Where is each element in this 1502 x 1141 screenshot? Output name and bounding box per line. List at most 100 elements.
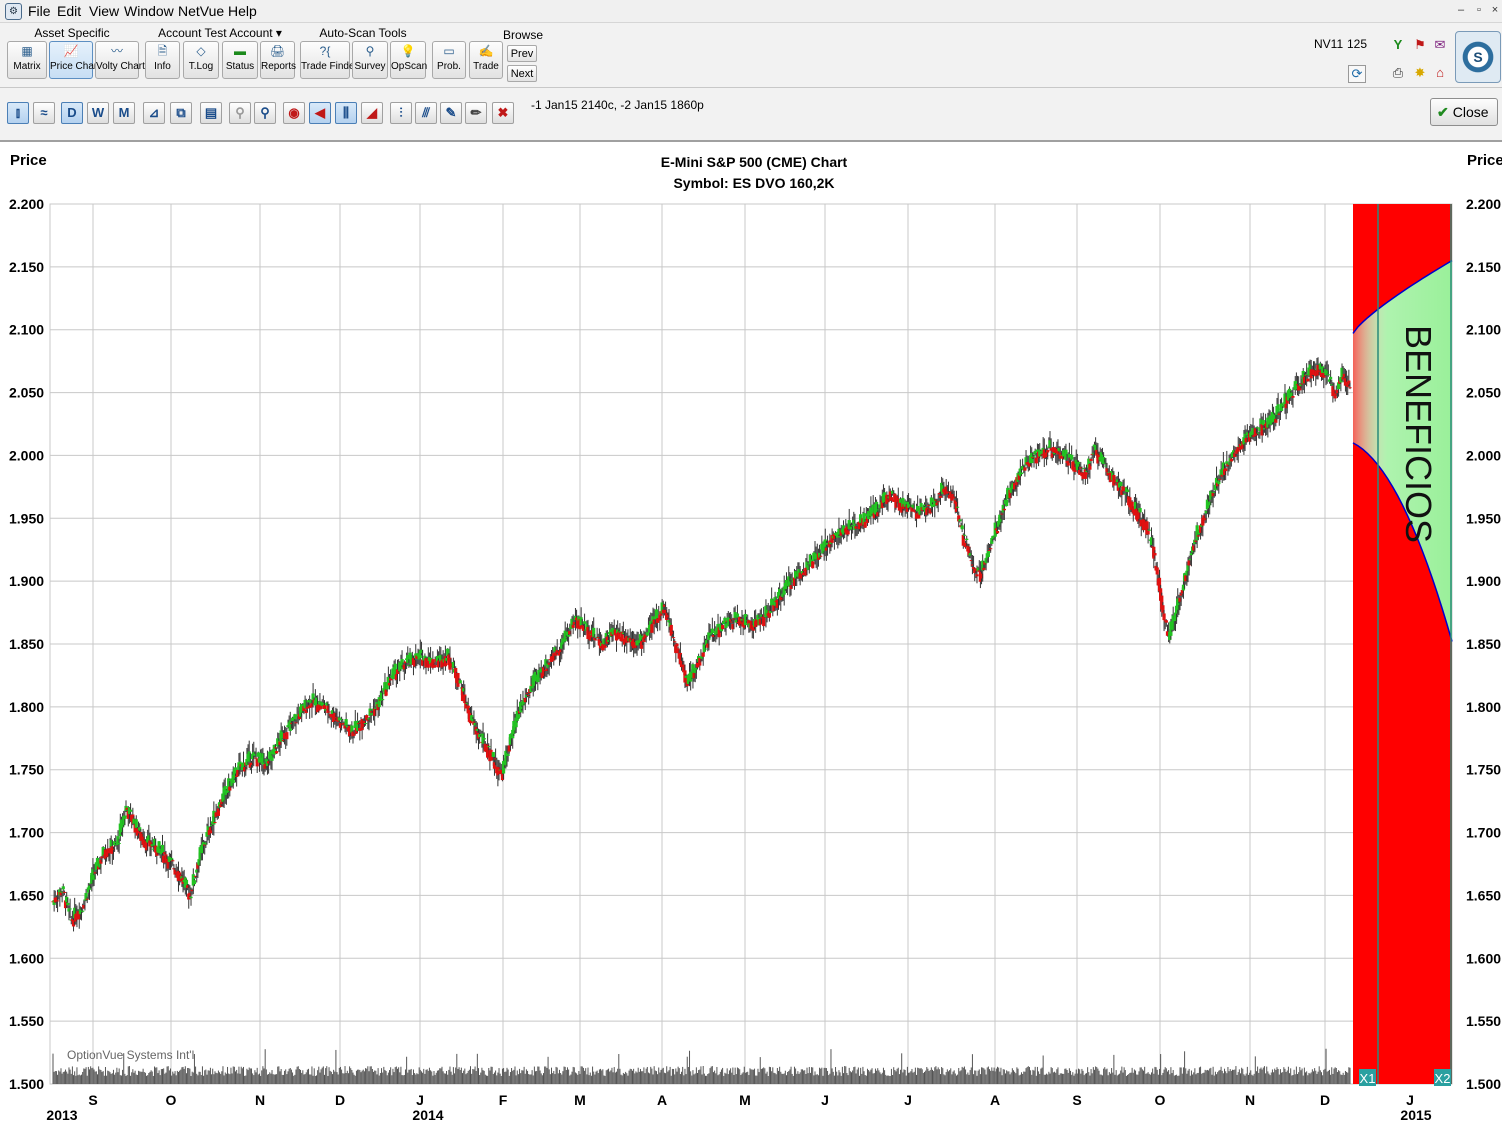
target-button[interactable]: ◉ — [283, 102, 305, 124]
candle-body — [134, 819, 138, 828]
calculator-button[interactable]: ▤ — [200, 102, 222, 124]
period-daily-button[interactable]: D — [61, 102, 83, 124]
candlestick-view-button[interactable]: ⫾ — [7, 102, 29, 124]
flag-icon[interactable]: ⚑ — [1412, 37, 1428, 53]
menu-window[interactable]: Window — [124, 3, 174, 19]
main-toolbar: Asset Specific ▦ Matrix 📈 Price Chart 〰 Vol… — [0, 23, 1502, 88]
volty-chart-button[interactable]: 〰 Volty Chart — [95, 41, 145, 79]
print-icon[interactable]: ⎙ — [1390, 65, 1406, 81]
trade-finder-label: Trade Finder — [301, 61, 358, 72]
y-tick-label: 2.000 — [9, 447, 44, 463]
volume-button[interactable]: ⫶ — [390, 102, 412, 124]
expiration-marker-label: X1 — [1360, 1071, 1376, 1086]
x-tick-label: J — [416, 1092, 424, 1108]
menu-edit[interactable]: Edit — [57, 3, 81, 19]
forecast-zone: X1 X2 BENEFICIOS — [1352, 204, 1453, 1086]
chart-settings-icon: ⊿ — [148, 105, 160, 120]
alert-icon[interactable]: ✸ — [1412, 65, 1428, 81]
reports-button[interactable]: 🖨 Reports — [260, 41, 297, 79]
year-label: 2015 — [1400, 1107, 1431, 1123]
candle-body — [1002, 508, 1006, 511]
chart-settings-button[interactable]: ⊿ — [143, 102, 165, 124]
arrow-left-button[interactable]: ◀ — [309, 102, 331, 124]
candle-body — [721, 625, 725, 630]
study-icon: ⫻ — [422, 105, 430, 120]
minimize-button[interactable]: – — [1452, 3, 1470, 18]
notes-icon[interactable]: ✉ — [1432, 37, 1448, 53]
close-button[interactable]: ✔ Close — [1430, 98, 1498, 126]
trade-finder-button[interactable]: ?{ Trade Finder — [300, 41, 358, 79]
browse-next-button[interactable]: Next — [507, 65, 537, 82]
y-axis-label-left: Price — [10, 152, 47, 169]
candle-body — [594, 639, 598, 641]
zoom-in-icon: ⚲ — [235, 105, 245, 120]
group-title-account[interactable]: Account Test Account ▾ — [145, 26, 295, 40]
y-tick-label: 2.150 — [1466, 259, 1501, 275]
matrix-button[interactable]: ▦ Matrix — [7, 41, 47, 79]
line-view-button[interactable]: ≈ — [33, 102, 55, 124]
chart-subtitle: Symbol: ES DVO 160,2K — [673, 175, 834, 191]
price-chart-button[interactable]: 📈 Price Chart — [49, 41, 100, 79]
candle-body — [958, 519, 962, 522]
y-tick-label: 1.750 — [9, 762, 44, 778]
refresh-icon[interactable]: ⟳ — [1348, 65, 1366, 83]
probability-icon: ▭ — [443, 44, 455, 58]
x-tick-label: D — [335, 1092, 345, 1108]
candle-body — [650, 624, 654, 633]
benefits-annotation: BENEFICIOS — [1398, 325, 1439, 543]
bars-button[interactable]: ⫼ — [335, 102, 357, 124]
study-button[interactable]: ⫻ — [415, 102, 437, 124]
copy-chart-button[interactable]: ⧉ — [170, 102, 192, 124]
candle-body — [274, 751, 279, 754]
y-tick-label: 1.750 — [1466, 762, 1501, 778]
trade-finder-icon: ?{ — [319, 44, 331, 58]
reports-label: Reports — [261, 61, 297, 72]
y-tick-label: 1.950 — [9, 510, 44, 526]
candle-body — [55, 900, 60, 902]
candle-body — [458, 680, 462, 684]
yield-icon[interactable]: Y — [1390, 37, 1406, 53]
x-tick-label: A — [990, 1092, 1000, 1108]
survey-button[interactable]: ⚲ Survey — [352, 41, 388, 79]
info-button[interactable]: 🗎 Info — [145, 41, 180, 79]
candle-body — [254, 757, 258, 759]
candle-body — [491, 752, 495, 758]
price-chart[interactable]: Price Price E-Mini S&P 500 (CME) Chart S… — [0, 142, 1502, 1136]
profile-button[interactable]: ◢ — [361, 102, 383, 124]
menu-file[interactable]: File — [28, 3, 51, 19]
delete-drawing-button[interactable]: ✖ — [492, 102, 514, 124]
opscan-button[interactable]: 💡 OpScan — [390, 41, 427, 79]
menu-help[interactable]: Help — [228, 3, 257, 19]
window-close-button[interactable]: × — [1486, 3, 1502, 18]
zoom-in-button[interactable]: ⚲ — [229, 102, 251, 124]
candle-body — [128, 809, 133, 812]
x-tick-label: S — [1072, 1092, 1081, 1108]
candle-body — [701, 652, 705, 657]
y-tick-label: 2.100 — [9, 322, 44, 338]
period-monthly-button[interactable]: M — [113, 102, 135, 124]
menu-netvue[interactable]: NetVue — [178, 3, 224, 19]
trade-button[interactable]: ✍ Trade — [469, 41, 503, 79]
annotate-button[interactable]: ✎ — [440, 102, 462, 124]
candle-body — [989, 548, 993, 550]
candle-body — [675, 643, 679, 647]
candle-body — [482, 737, 486, 740]
trade-log-button[interactable]: ◇ T.Log — [183, 41, 219, 79]
profile-icon: ◢ — [367, 105, 377, 120]
status-button[interactable]: ▬ Status — [222, 41, 258, 79]
probability-button[interactable]: ▭ Prob. — [432, 41, 466, 79]
app-icon[interactable]: ⚙ — [5, 3, 22, 20]
group-title-autoscan: Auto-Scan Tools — [319, 26, 407, 40]
zoom-out-button[interactable]: ⚲ — [254, 102, 276, 124]
home-icon[interactable]: ⌂ — [1432, 65, 1448, 81]
y-tick-label: 1.650 — [9, 887, 44, 903]
account-number: 125 — [1347, 37, 1368, 51]
candle-body — [965, 538, 969, 540]
browse-prev-button[interactable]: Prev — [507, 45, 537, 62]
menu-view[interactable]: View — [89, 3, 119, 19]
period-weekly-button[interactable]: W — [87, 102, 109, 124]
y-tick-label: 1.900 — [9, 573, 44, 589]
x-tick-label: N — [1245, 1092, 1255, 1108]
draw-line-button[interactable]: ✏ — [465, 102, 487, 124]
copy-icon: ⧉ — [176, 105, 186, 120]
